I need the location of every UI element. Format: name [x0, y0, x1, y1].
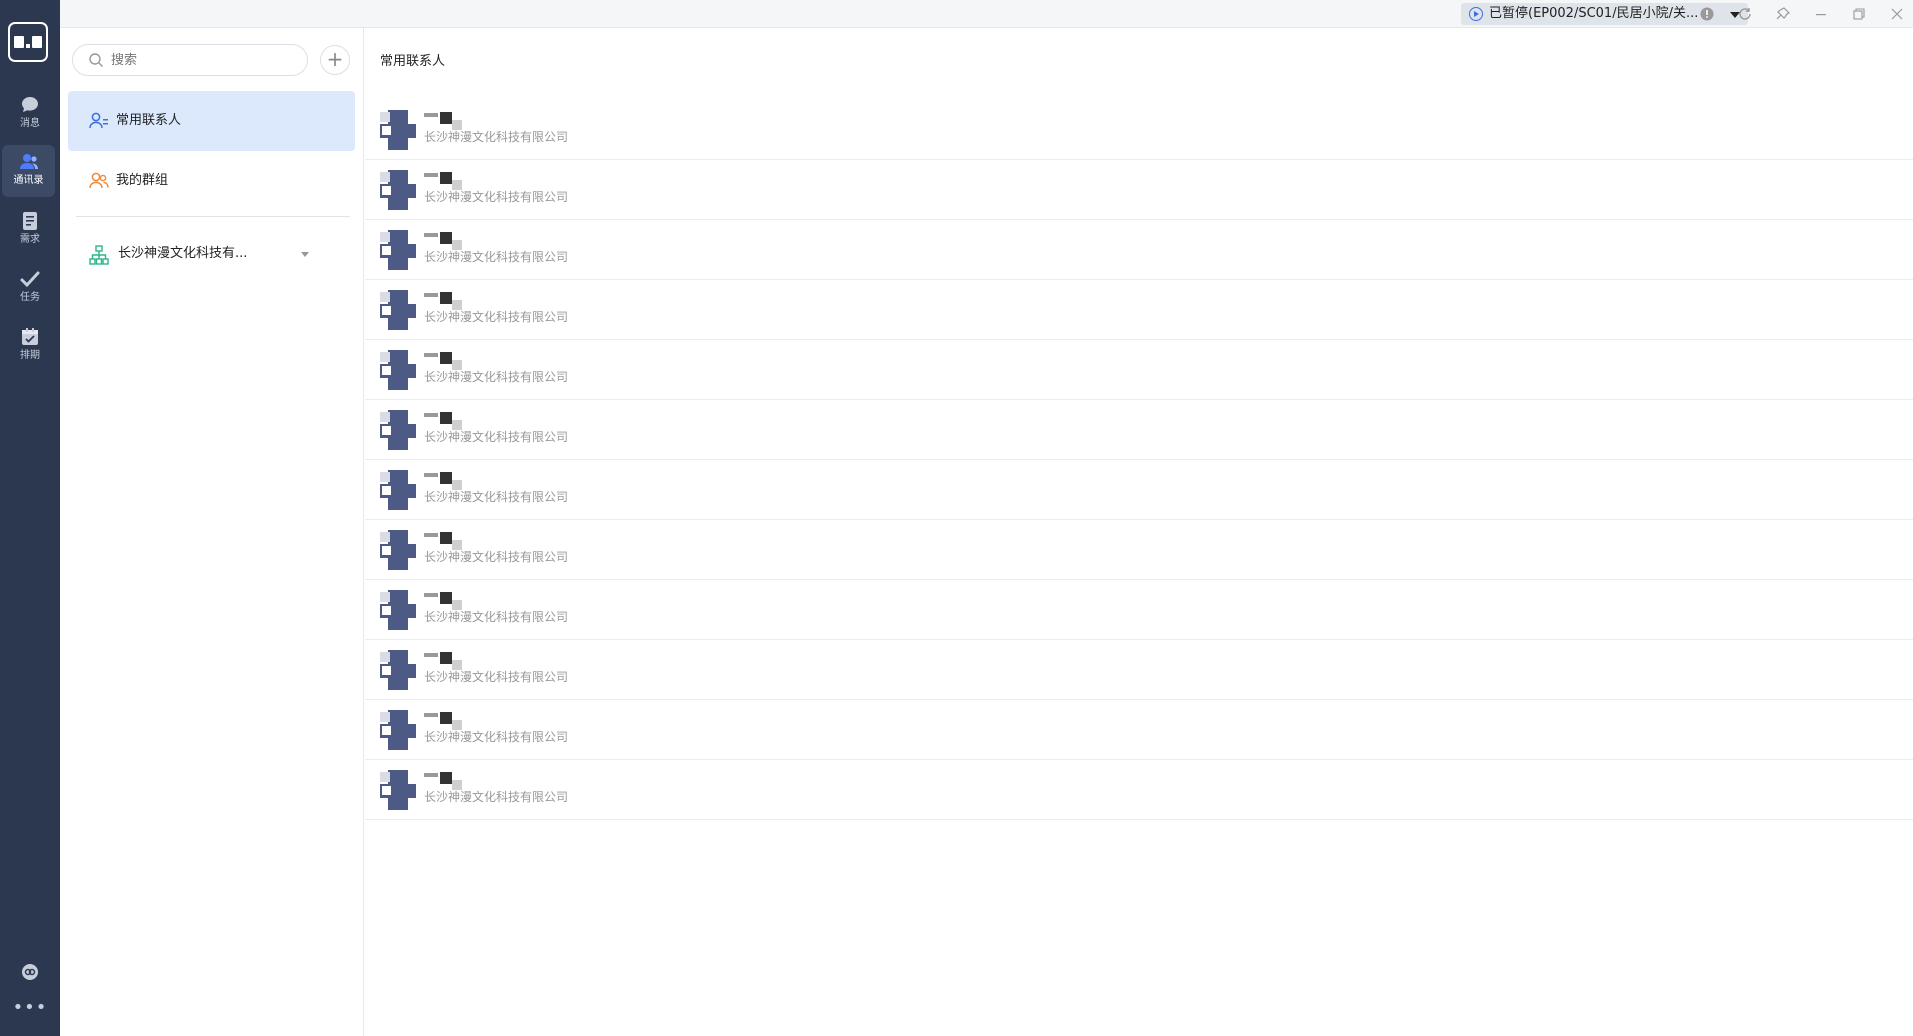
avatar	[380, 650, 416, 690]
menu-item-my-groups[interactable]: 我的群组	[68, 151, 355, 211]
contact-row[interactable]: 长沙神漫文化科技有限公司	[365, 700, 1913, 760]
contact-row[interactable]: 长沙神漫文化科技有限公司	[365, 580, 1913, 640]
nav-rail: 消息 通讯录 需求 任务 排期 •••	[0, 0, 60, 1036]
task-status-text: 已暂停(EP002/SC01/民居小院/关...	[1489, 6, 1699, 21]
contact-company: 长沙神漫文化科技有限公司	[424, 790, 569, 804]
contact-name-blurred	[424, 230, 484, 250]
contacts-icon	[19, 154, 38, 169]
contact-company: 长沙神漫文化科技有限公司	[424, 610, 569, 624]
contact-company: 长沙神漫文化科技有限公司	[424, 190, 569, 204]
contact-name-blurred	[424, 770, 484, 790]
contact-company: 长沙神漫文化科技有限公司	[424, 670, 569, 684]
org-tree-item[interactable]: 长沙神漫文化科技有...	[68, 234, 355, 274]
contact-company: 长沙神漫文化科技有限公司	[424, 490, 569, 504]
play-icon	[1469, 7, 1483, 21]
nav-label: 通讯录	[13, 175, 44, 186]
nav-label: 需求	[20, 234, 40, 245]
app-logo-icon	[8, 22, 48, 62]
contact-company: 长沙神漫文化科技有限公司	[424, 430, 569, 444]
nav-label: 任务	[20, 292, 40, 303]
user-list-icon	[89, 112, 108, 129]
nav-item-schedule[interactable]: 排期	[0, 320, 60, 372]
contact-company: 长沙神漫文化科技有限公司	[424, 370, 569, 384]
main-content: 常用联系人 长沙神漫文化科技有限公司 长沙神漫文化科技有限公司 长沙神漫文化科技有限…	[365, 28, 1913, 1036]
contact-row[interactable]: 长沙神漫文化科技有限公司	[365, 460, 1913, 520]
avatar	[380, 290, 416, 330]
contact-name-blurred	[424, 110, 484, 130]
contact-name-blurred	[424, 710, 484, 730]
contact-company: 长沙神漫文化科技有限公司	[424, 550, 569, 564]
contact-row[interactable]: 长沙神漫文化科技有限公司	[365, 340, 1913, 400]
nav-item-requirements[interactable]: 需求	[0, 204, 60, 256]
menu-item-label: 我的群组	[116, 173, 169, 188]
nav-item-contacts[interactable]: 通讯录	[2, 145, 55, 197]
add-button[interactable]: +	[320, 45, 350, 75]
calendar-icon	[22, 328, 38, 345]
contact-row[interactable]: 长沙神漫文化科技有限公司	[365, 220, 1913, 280]
avatar	[380, 470, 416, 510]
nav-label: 排期	[20, 350, 40, 361]
page-title: 常用联系人	[380, 54, 446, 69]
divider	[76, 216, 350, 217]
avatar	[380, 590, 416, 630]
minimize-icon[interactable]	[1810, 4, 1832, 24]
close-icon[interactable]	[1886, 4, 1908, 24]
contact-name-blurred	[424, 410, 484, 430]
chevron-down-icon[interactable]	[301, 252, 309, 257]
link-icon[interactable]	[0, 962, 60, 986]
document-icon	[23, 212, 37, 230]
title-bar: 已暂停(EP002/SC01/民居小院/关...	[60, 0, 1913, 28]
avatar	[380, 110, 416, 150]
avatar	[380, 170, 416, 210]
contact-company: 长沙神漫文化科技有限公司	[424, 310, 569, 324]
contact-name-blurred	[424, 470, 484, 490]
contact-company: 长沙神漫文化科技有限公司	[424, 250, 569, 264]
restore-icon[interactable]	[1848, 4, 1870, 24]
menu-item-frequent-contacts[interactable]: 常用联系人	[68, 91, 355, 151]
contact-row[interactable]: 长沙神漫文化科技有限公司	[365, 520, 1913, 580]
avatar	[380, 350, 416, 390]
contact-row[interactable]: 长沙神漫文化科技有限公司	[365, 100, 1913, 160]
search-icon	[89, 53, 103, 67]
nav-item-tasks[interactable]: 任务	[0, 262, 60, 314]
more-icon[interactable]: •••	[0, 999, 60, 1017]
pin-icon[interactable]	[1772, 4, 1794, 24]
nav-item-messages[interactable]: 消息	[0, 88, 60, 140]
chat-icon	[22, 97, 38, 112]
group-icon	[89, 172, 109, 189]
contacts-panel: + 常用联系人 我的群组 长沙神漫文化科技有...	[60, 28, 364, 1036]
avatar	[380, 770, 416, 810]
org-name: 长沙神漫文化科技有...	[118, 246, 248, 261]
contact-list: 长沙神漫文化科技有限公司 长沙神漫文化科技有限公司 长沙神漫文化科技有限公司 长沙神漫…	[365, 100, 1913, 820]
contact-row[interactable]: 长沙神漫文化科技有限公司	[365, 400, 1913, 460]
contact-name-blurred	[424, 590, 484, 610]
menu-item-label: 常用联系人	[116, 113, 182, 128]
info-icon[interactable]	[1696, 4, 1718, 24]
avatar	[380, 230, 416, 270]
avatar	[380, 710, 416, 750]
contact-name-blurred	[424, 530, 484, 550]
contact-row[interactable]: 长沙神漫文化科技有限公司	[365, 640, 1913, 700]
contact-row[interactable]: 长沙神漫文化科技有限公司	[365, 760, 1913, 820]
check-icon	[20, 271, 40, 288]
contact-name-blurred	[424, 650, 484, 670]
org-chart-icon	[89, 245, 109, 265]
avatar	[380, 530, 416, 570]
nav-label: 消息	[20, 118, 40, 129]
contact-name-blurred	[424, 350, 484, 370]
contact-name-blurred	[424, 170, 484, 190]
search-input[interactable]	[72, 44, 308, 76]
refresh-icon[interactable]	[1734, 4, 1756, 24]
contact-row[interactable]: 长沙神漫文化科技有限公司	[365, 160, 1913, 220]
contact-name-blurred	[424, 290, 484, 310]
contact-row[interactable]: 长沙神漫文化科技有限公司	[365, 280, 1913, 340]
avatar	[380, 410, 416, 450]
contact-company: 长沙神漫文化科技有限公司	[424, 130, 569, 144]
contact-company: 长沙神漫文化科技有限公司	[424, 730, 569, 744]
